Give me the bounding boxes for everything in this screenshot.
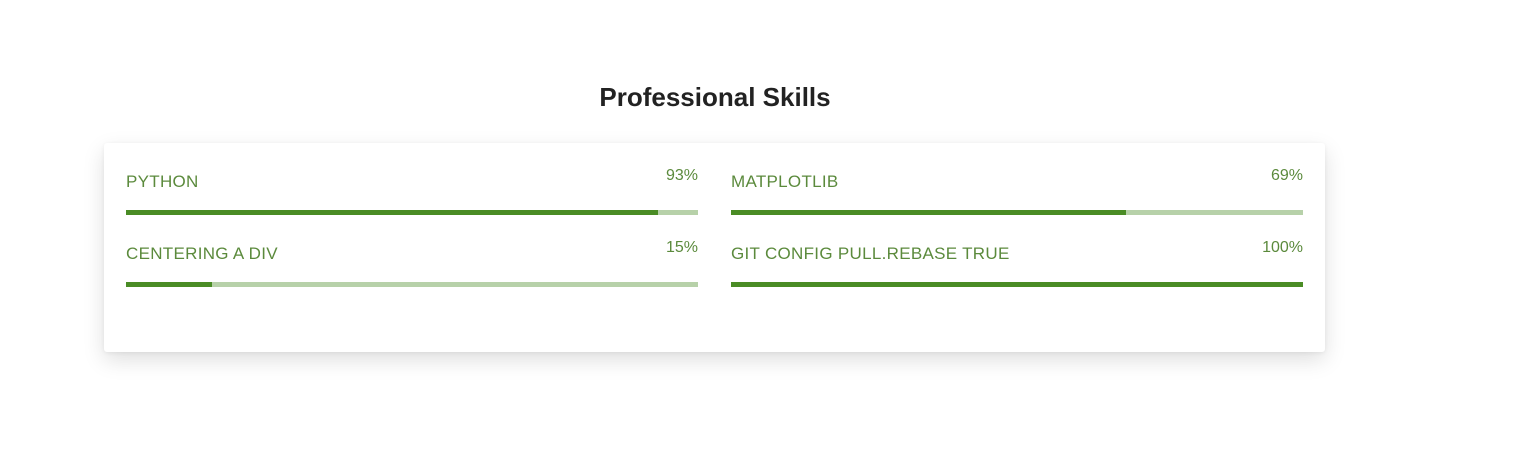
skill-label: PYTHON — [126, 172, 199, 191]
skill-percent: 15% — [665, 239, 698, 256]
section-title: Professional Skills — [599, 82, 831, 112]
progress-track — [126, 282, 698, 287]
skill-label: MATPLOTLIB — [731, 172, 839, 191]
progress-track — [126, 210, 698, 215]
skills-section: Professional Skills PYTHON 93% MATPLOTLI… — [0, 0, 1535, 457]
skills-card: PYTHON 93% MATPLOTLIB 69% CENTERING A DI… — [104, 143, 1325, 352]
skill-label: CENTERING A DIV — [126, 244, 278, 263]
skill-label: GIT CONFIG PULL.REBASE TRUE — [731, 244, 1010, 263]
progress-fill — [126, 282, 212, 287]
skill-percent: 93% — [665, 167, 698, 184]
progress-track — [731, 282, 1303, 287]
skill-percent: 69% — [1270, 167, 1303, 184]
progress-track — [731, 210, 1303, 215]
skill-percent: 100% — [1262, 239, 1303, 256]
progress-fill — [731, 210, 1126, 215]
progress-fill — [731, 282, 1303, 287]
progress-fill — [126, 210, 658, 215]
